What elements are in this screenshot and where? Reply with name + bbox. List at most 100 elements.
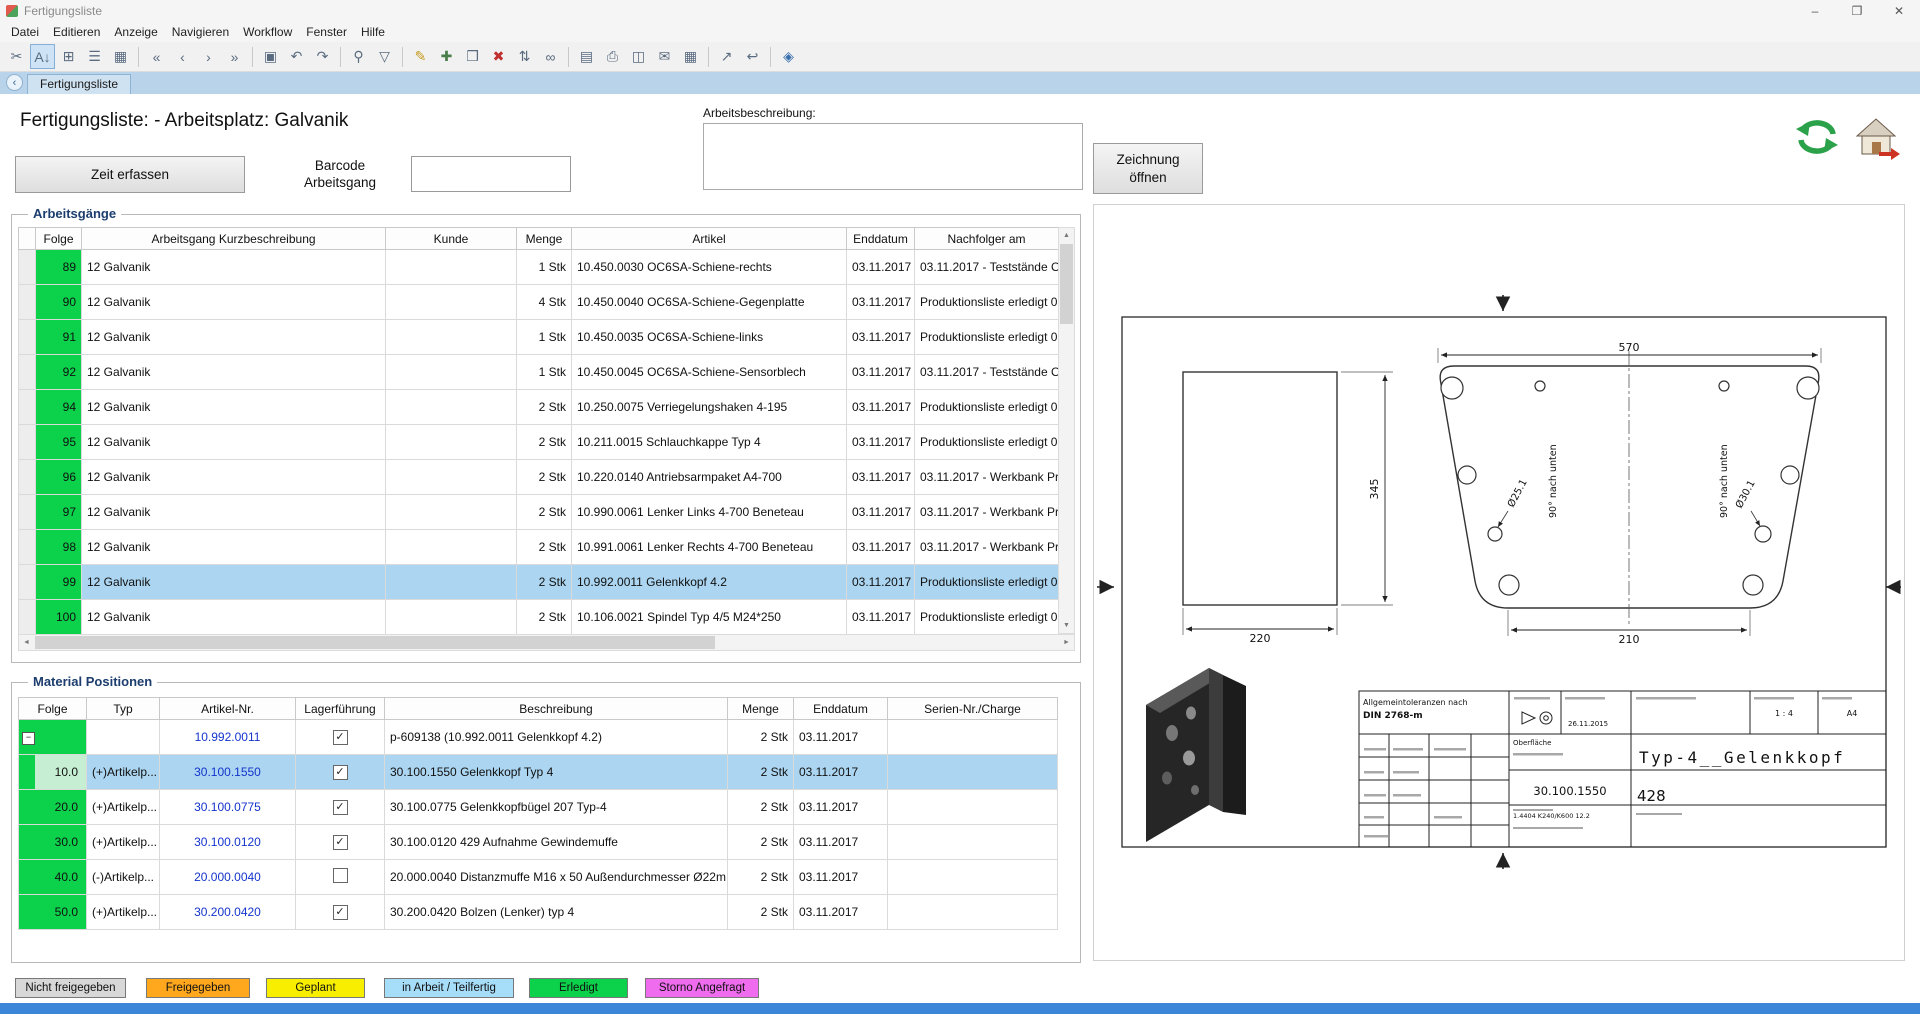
cell-typ[interactable]: (+)Artikelp... bbox=[87, 825, 160, 860]
cell-artikel-nr[interactable]: 30.100.1550 bbox=[160, 755, 296, 790]
cell-artikel[interactable]: 10.450.0030 OC6SA-Schiene-rechts bbox=[572, 250, 847, 285]
arbeitsgang-row[interactable]: 9812 Galvanik2 Stk10.991.0061 Lenker Rec… bbox=[19, 530, 1059, 565]
cell-artikel[interactable]: 10.450.0040 OC6SA-Schiene-Gegenplatte bbox=[572, 285, 847, 320]
copy-icon[interactable]: ❒ bbox=[460, 44, 485, 69]
cell-lagerfuehrung[interactable]: ✓ bbox=[296, 720, 385, 755]
return-icon[interactable]: ↩ bbox=[740, 44, 765, 69]
cell-menge[interactable]: 2 Stk bbox=[728, 825, 794, 860]
list-view-icon[interactable]: ☰ bbox=[82, 44, 107, 69]
cell-artikel[interactable]: 10.106.0021 Spindel Typ 4/5 M24*250 bbox=[572, 600, 847, 635]
cell-nachfolger[interactable]: Produktionsliste erledigt 03.11 bbox=[915, 320, 1059, 355]
arbeitsgang-row[interactable]: 9112 Galvanik1 Stk10.450.0035 OC6SA-Schi… bbox=[19, 320, 1059, 355]
menu-anzeige[interactable]: Anzeige bbox=[107, 23, 164, 41]
edit-icon[interactable]: ✎ bbox=[408, 44, 433, 69]
lagerfuehrung-checkbox[interactable]: ✓ bbox=[333, 765, 348, 780]
cell-artikel-nr[interactable]: 30.200.0420 bbox=[160, 895, 296, 930]
column-header-menge[interactable]: Menge bbox=[728, 698, 794, 720]
arbeitsgang-row[interactable]: 9212 Galvanik1 Stk10.450.0045 OC6SA-Schi… bbox=[19, 355, 1059, 390]
arbeitsgang-row[interactable]: 9412 Galvanik2 Stk10.250.0075 Verriegelu… bbox=[19, 390, 1059, 425]
column-header-kunde[interactable]: Kunde bbox=[386, 228, 517, 250]
cell-folge[interactable]: 92 bbox=[36, 355, 82, 390]
cell-lagerfuehrung[interactable]: ✓ bbox=[296, 895, 385, 930]
status-erledigt[interactable]: Erledigt bbox=[529, 978, 628, 998]
row-selector[interactable] bbox=[19, 565, 36, 600]
cell-kurzbeschreibung[interactable]: 12 Galvanik bbox=[82, 250, 386, 285]
cell-artikel[interactable]: 10.990.0061 Lenker Links 4-700 Beneteau bbox=[572, 495, 847, 530]
cell-menge[interactable]: 2 Stk bbox=[517, 565, 572, 600]
cell-folge[interactable]: 91 bbox=[36, 320, 82, 355]
cell-folge[interactable]: 40.0 bbox=[19, 860, 87, 895]
back-icon[interactable]: ‹ bbox=[6, 74, 23, 91]
arbeitsgang-row[interactable]: 10012 Galvanik2 Stk10.106.0021 Spindel T… bbox=[19, 600, 1059, 635]
material-row[interactable]: 20.0(+)Artikelp...30.100.0775✓30.100.077… bbox=[19, 790, 1058, 825]
lagerfuehrung-checkbox[interactable]: ✓ bbox=[333, 905, 348, 920]
minimize-button[interactable]: – bbox=[1794, 0, 1836, 22]
last-record-icon[interactable]: » bbox=[222, 44, 247, 69]
maximize-button[interactable]: ❐ bbox=[1836, 0, 1878, 22]
column-header-menge[interactable]: Menge bbox=[517, 228, 572, 250]
cell-typ[interactable]: (+)Artikelp... bbox=[87, 755, 160, 790]
cell-menge[interactable]: 2 Stk bbox=[728, 895, 794, 930]
column-header-folge[interactable]: Folge bbox=[36, 228, 82, 250]
cut-icon[interactable]: ✂ bbox=[4, 44, 29, 69]
close-button[interactable]: ✕ bbox=[1878, 0, 1920, 22]
cell-nachfolger[interactable]: 03.11.2017 - Werkbank Press bbox=[915, 530, 1059, 565]
cell-artikel[interactable]: 10.450.0035 OC6SA-Schiene-links bbox=[572, 320, 847, 355]
column-header-gutter[interactable] bbox=[19, 228, 36, 250]
tab-fertigungsliste[interactable]: Fertigungsliste bbox=[27, 74, 131, 94]
cell-nachfolger[interactable]: 03.11.2017 - Teststände OC bbox=[915, 355, 1059, 390]
cell-lagerfuehrung[interactable]: ✓ bbox=[296, 825, 385, 860]
cell-kurzbeschreibung[interactable]: 12 Galvanik bbox=[82, 320, 386, 355]
cell-kunde[interactable] bbox=[386, 565, 517, 600]
cell-kunde[interactable] bbox=[386, 355, 517, 390]
menu-fenster[interactable]: Fenster bbox=[299, 23, 354, 41]
menu-editieren[interactable]: Editieren bbox=[46, 23, 107, 41]
status-in-arbeit-teilfertig[interactable]: in Arbeit / Teilfertig bbox=[384, 978, 514, 998]
cell-menge[interactable]: 1 Stk bbox=[517, 250, 572, 285]
cell-folge[interactable]: 89 bbox=[36, 250, 82, 285]
cell-typ[interactable]: (+)Artikelp... bbox=[87, 895, 160, 930]
menu-hilfe[interactable]: Hilfe bbox=[354, 23, 392, 41]
cell-enddatum[interactable]: 03.11.2017 bbox=[794, 720, 888, 755]
refresh-button[interactable] bbox=[1791, 114, 1843, 163]
cell-kunde[interactable] bbox=[386, 495, 517, 530]
cell-artikel[interactable]: 10.992.0011 Gelenkkopf 4.2 bbox=[572, 565, 847, 600]
column-header-typ[interactable]: Typ bbox=[87, 698, 160, 720]
cell-beschreibung[interactable]: 30.100.1550 Gelenkkopf Typ 4 bbox=[385, 755, 728, 790]
row-selector[interactable] bbox=[19, 355, 36, 390]
cell-kunde[interactable] bbox=[386, 320, 517, 355]
cell-artikel-nr[interactable]: 30.100.0120 bbox=[160, 825, 296, 860]
menu-navigieren[interactable]: Navigieren bbox=[165, 23, 236, 41]
cell-menge[interactable]: 2 Stk bbox=[517, 530, 572, 565]
print-icon[interactable]: ⎙ bbox=[600, 44, 625, 69]
scroll-down-icon[interactable]: ▼ bbox=[1059, 618, 1074, 633]
scroll-up-icon[interactable]: ▲ bbox=[1059, 228, 1074, 243]
save-icon[interactable]: ▣ bbox=[258, 44, 283, 69]
redo-icon[interactable]: ↷ bbox=[310, 44, 335, 69]
cell-enddatum[interactable]: 03.11.2017 bbox=[847, 390, 915, 425]
cell-menge[interactable]: 2 Stk bbox=[517, 460, 572, 495]
cell-kunde[interactable] bbox=[386, 530, 517, 565]
cell-kunde[interactable] bbox=[386, 600, 517, 635]
column-header-arbeitsgang-kurzbeschreibung[interactable]: Arbeitsgang Kurzbeschreibung bbox=[82, 228, 386, 250]
status-geplant[interactable]: Geplant bbox=[266, 978, 365, 998]
cell-folge[interactable]: 95 bbox=[36, 425, 82, 460]
cell-nachfolger[interactable]: Produktionsliste erledigt 03.11 bbox=[915, 565, 1059, 600]
move-icon[interactable]: ⇅ bbox=[512, 44, 537, 69]
cell-kurzbeschreibung[interactable]: 12 Galvanik bbox=[82, 460, 386, 495]
lagerfuehrung-checkbox[interactable] bbox=[333, 868, 348, 883]
lagerfuehrung-checkbox[interactable]: ✓ bbox=[333, 800, 348, 815]
cell-folge[interactable]: 30.0 bbox=[19, 825, 87, 860]
cell-serien-nr[interactable] bbox=[888, 895, 1058, 930]
cell-menge[interactable]: 2 Stk bbox=[728, 860, 794, 895]
row-selector[interactable] bbox=[19, 320, 36, 355]
material-row[interactable]: 40.0(-)Artikelp...20.000.004020.000.0040… bbox=[19, 860, 1058, 895]
cell-beschreibung[interactable]: 30.100.0775 Gelenkkopfbügel 207 Typ-4 bbox=[385, 790, 728, 825]
form-icon[interactable]: ▤ bbox=[574, 44, 599, 69]
cell-typ[interactable] bbox=[87, 720, 160, 755]
export-icon[interactable]: ↗ bbox=[714, 44, 739, 69]
cell-nachfolger[interactable]: Produktionsliste erledigt 03.11 bbox=[915, 600, 1059, 635]
cell-folge[interactable]: 10.0 bbox=[19, 755, 87, 790]
cell-enddatum[interactable]: 03.11.2017 bbox=[847, 600, 915, 635]
cell-enddatum[interactable]: 03.11.2017 bbox=[794, 790, 888, 825]
